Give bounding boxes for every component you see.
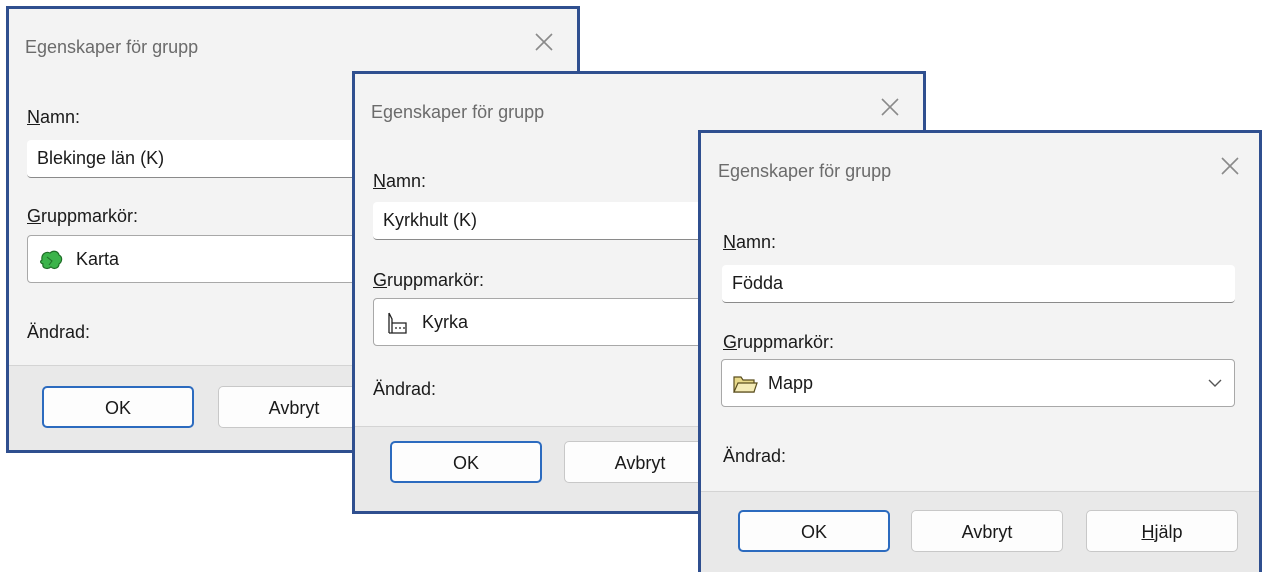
group-marker-value: Mapp [768,373,814,393]
folder-icon [733,376,758,393]
group-marker-label: Gruppmarkör: [27,206,139,226]
changed-label: Ändrad: [27,322,91,342]
name-label: Namn: [27,107,81,127]
group-properties-dialog-3: Egenskaper för grupp Namn: Gruppmarkör: … [698,130,1262,572]
close-icon[interactable] [531,29,557,55]
map-icon [40,250,63,270]
dialog-title: Egenskaper för grupp [718,161,892,181]
dialog-title: Egenskaper för grupp [371,102,545,122]
button-bar: OK Avbryt Hjälp [701,491,1259,572]
ok-button[interactable]: OK [738,510,890,552]
church-icon [388,312,407,334]
group-marker-label: Gruppmarkör: [373,270,485,290]
close-icon[interactable] [877,94,903,120]
cancel-button[interactable]: Avbryt [218,386,370,428]
group-marker-label: Gruppmarkör: [723,332,835,352]
changed-label: Ändrad: [723,446,787,466]
group-marker-value: Karta [76,249,120,269]
name-field[interactable] [722,265,1235,303]
title-bar[interactable]: Egenskaper för grupp [701,133,1259,205]
ok-button[interactable]: OK [42,386,194,428]
changed-label: Ändrad: [373,379,437,399]
name-label: Namn: [373,171,427,191]
ok-button[interactable]: OK [390,441,542,483]
group-marker-select[interactable]: Mapp [721,359,1235,407]
group-marker-value: Kyrka [422,312,469,332]
cancel-button[interactable]: Avbryt [911,510,1063,552]
chevron-down-icon[interactable] [1208,378,1222,388]
close-icon[interactable] [1217,153,1243,179]
cancel-button[interactable]: Avbryt [564,441,716,483]
name-label: Namn: [723,232,777,252]
help-button[interactable]: Hjälp [1086,510,1238,552]
dialog-title: Egenskaper för grupp [25,37,199,57]
